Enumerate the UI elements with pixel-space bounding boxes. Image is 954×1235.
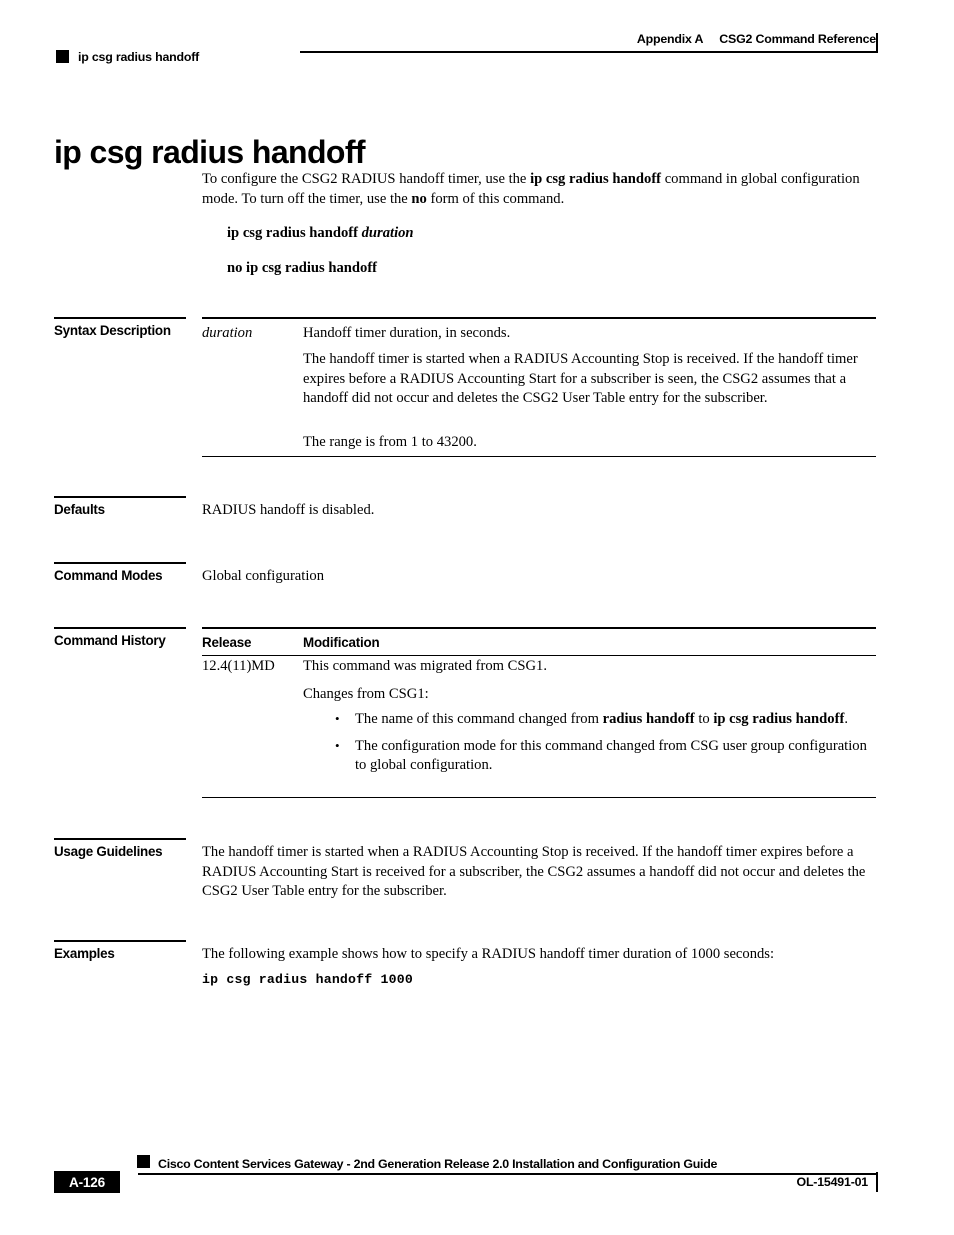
section-label-usage-guidelines: Usage Guidelines — [54, 844, 163, 859]
command-history-label-rule — [54, 627, 186, 629]
header-right-tick — [876, 33, 878, 53]
footer-guide-title: Cisco Content Services Gateway - 2nd Gen… — [158, 1157, 718, 1171]
history-release-value: 12.4(11)MD — [202, 658, 275, 674]
syntax-table-top-rule — [202, 317, 876, 319]
history-table-top-rule — [202, 627, 876, 629]
defaults-text: RADIUS handoff is disabled. — [202, 502, 375, 518]
syntax-description-label-rule — [54, 317, 186, 319]
footer-right-tick — [876, 1172, 878, 1192]
intro-command-bold: ip csg radius handoff — [530, 171, 662, 187]
syntax-negative-command: no ip csg radius handoff — [227, 260, 378, 276]
usage-guidelines-text: The handoff timer is started when a RADI… — [202, 844, 866, 900]
command-modes-text: Global configuration — [202, 568, 324, 584]
syntax-term-duration: duration — [202, 325, 253, 341]
history-bullet-list: The name of this command changed from ra… — [330, 709, 875, 776]
history-table-bottom-rule — [202, 797, 876, 798]
examples-label-rule — [54, 940, 186, 942]
section-label-defaults: Defaults — [54, 502, 105, 517]
footer-rule — [138, 1173, 876, 1175]
running-header-left: ip csg radius handoff — [78, 50, 200, 64]
section-label-syntax-description: Syntax Description — [54, 323, 171, 338]
syntax-table-bottom-rule — [202, 456, 876, 457]
bullet-1-pre: The name of this command changed from — [355, 711, 603, 727]
intro-text-3: form of this command. — [426, 190, 565, 207]
history-column-header-release: Release — [202, 635, 252, 650]
syntax-definition-line-3: The range is from 1 to 43200. — [303, 434, 477, 450]
syntax-definition-line-2: The handoff timer is started when a RADI… — [303, 351, 858, 407]
bullet-1-bold-1: radius handoff — [602, 711, 695, 727]
header-rule — [300, 51, 876, 53]
document-page: Appendix A CSG2 Command Reference ip csg… — [0, 0, 954, 1235]
list-item: The configuration mode for this command … — [330, 736, 875, 776]
header-appendix: Appendix A — [636, 32, 704, 46]
section-label-command-modes: Command Modes — [54, 568, 163, 583]
examples-code-block: ip csg radius handoff 1000 — [202, 972, 413, 987]
page-title: ip csg radius handoff — [54, 134, 366, 171]
intro-no-bold: no — [411, 190, 427, 207]
footer-document-id: OL-15491-01 — [796, 1175, 869, 1189]
syntax-definition-line-1: Handoff timer duration, in seconds. — [303, 325, 511, 341]
bullet-1-mid: to — [694, 711, 714, 727]
bullet-2-text: The configuration mode for this command … — [355, 737, 867, 774]
header-chapter: CSG2 Command Reference — [719, 32, 876, 46]
defaults-label-rule — [54, 496, 186, 498]
history-header-rule — [202, 655, 876, 656]
syntax-command-text: ip csg radius handoff — [227, 225, 362, 241]
usage-guidelines-label-rule — [54, 838, 186, 840]
examples-text: The following example shows how to speci… — [202, 946, 775, 962]
black-square-icon — [137, 1155, 150, 1168]
section-label-examples: Examples — [54, 946, 115, 961]
syntax-argument-duration: duration — [361, 225, 414, 241]
black-square-icon — [56, 50, 69, 63]
bullet-1-bold-2: ip csg radius handoff — [713, 711, 845, 727]
syntax-positive-command: ip csg radius handoff duration — [227, 224, 414, 244]
section-label-command-history: Command History — [54, 633, 166, 648]
page-number-text: A-126 — [68, 1175, 106, 1190]
running-header-right: Appendix A CSG2 Command Reference — [637, 32, 876, 46]
history-modification-line-2: Changes from CSG1: — [303, 686, 429, 702]
history-modification-line-1: This command was migrated from CSG1. — [303, 658, 548, 674]
bullet-1-post: . — [844, 711, 848, 727]
intro-text-1: To configure the CSG2 RADIUS handoff tim… — [202, 171, 531, 187]
list-item: The name of this command changed from ra… — [330, 709, 875, 730]
intro-paragraph: To configure the CSG2 RADIUS handoff tim… — [202, 170, 876, 209]
history-column-header-modification: Modification — [303, 635, 380, 650]
command-modes-label-rule — [54, 562, 186, 564]
